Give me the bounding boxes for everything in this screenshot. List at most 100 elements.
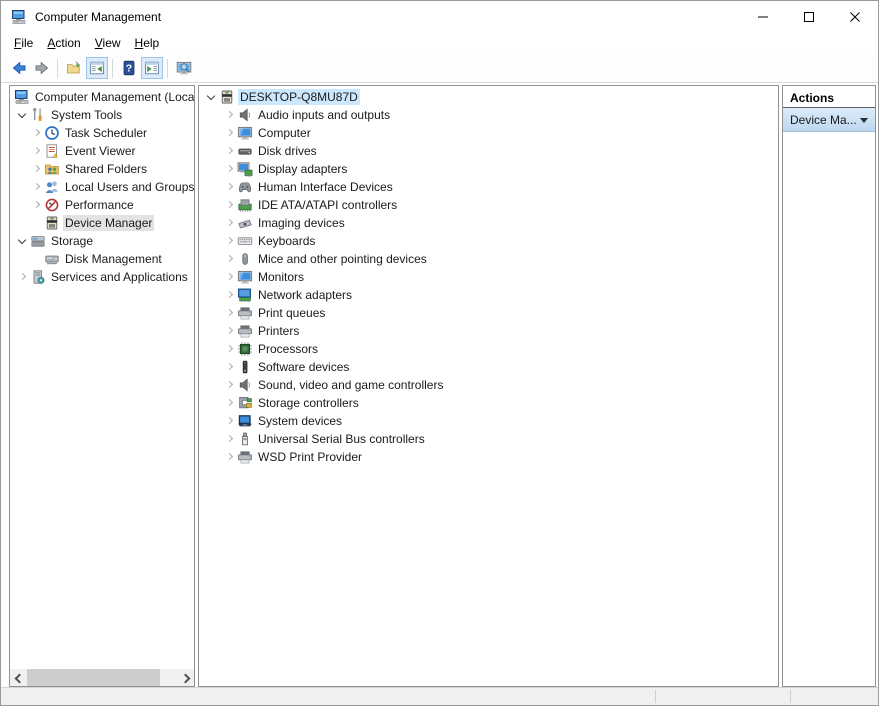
show-console-tree-button[interactable] xyxy=(86,57,108,79)
processor-icon xyxy=(237,341,253,357)
device-manager-actions-group[interactable]: Device Ma... xyxy=(783,108,875,132)
tree-item-printers[interactable]: Printers xyxy=(199,322,778,340)
monitor-icon xyxy=(237,269,253,285)
tree-item-print-queues[interactable]: Print queues xyxy=(199,304,778,322)
tree-item-display-adapters[interactable]: Display adapters xyxy=(199,160,778,178)
shared-folders-icon xyxy=(44,161,60,177)
computer-mgmt-icon xyxy=(14,89,30,105)
expander-icon[interactable] xyxy=(223,160,237,178)
tree-item-computer-management-local[interactable]: Computer Management (Local) xyxy=(10,88,194,106)
usb-icon xyxy=(237,431,253,447)
expander-icon[interactable] xyxy=(223,286,237,304)
tree-item-imaging-devices[interactable]: Imaging devices xyxy=(199,214,778,232)
show-action-pane-button[interactable] xyxy=(141,57,163,79)
tree-item-system-devices[interactable]: System devices xyxy=(199,412,778,430)
system-devices-icon xyxy=(237,413,253,429)
tree-item-performance[interactable]: Performance xyxy=(10,196,194,214)
tree-item-ide-ata-atapi-controllers[interactable]: IDE ATA/ATAPI controllers xyxy=(199,196,778,214)
close-icon xyxy=(850,12,860,22)
tree-item-mice-and-other-pointing-devices[interactable]: Mice and other pointing devices xyxy=(199,250,778,268)
tree-item-services-and-applications[interactable]: Services and Applications xyxy=(10,268,194,286)
expander-icon[interactable] xyxy=(30,160,44,178)
expander-icon[interactable] xyxy=(223,250,237,268)
expander-icon[interactable] xyxy=(223,340,237,358)
actions-header: Actions xyxy=(783,88,875,108)
expander-icon[interactable] xyxy=(16,232,30,250)
expander-icon[interactable] xyxy=(223,232,237,250)
menu-help[interactable]: Help xyxy=(134,34,161,52)
console-window-button[interactable] xyxy=(173,57,195,79)
close-button[interactable] xyxy=(832,1,878,32)
expander-icon[interactable] xyxy=(30,250,44,268)
expander-icon[interactable] xyxy=(223,448,237,466)
expander-icon[interactable] xyxy=(223,394,237,412)
printer-icon xyxy=(237,305,253,321)
tree-item-local-users-and-groups[interactable]: Local Users and Groups xyxy=(10,178,194,196)
expander-icon[interactable] xyxy=(223,214,237,232)
storage-icon xyxy=(30,233,46,249)
expander-icon[interactable] xyxy=(223,142,237,160)
expander-icon[interactable] xyxy=(16,268,30,286)
scroll-right-icon[interactable] xyxy=(178,669,194,686)
device-manager-icon xyxy=(219,89,235,105)
event-log-icon xyxy=(44,143,60,159)
scroll-left-icon[interactable] xyxy=(10,669,26,686)
expander-icon[interactable] xyxy=(223,412,237,430)
keyboard-icon xyxy=(237,233,253,249)
expander-icon[interactable] xyxy=(30,178,44,196)
expander-icon[interactable] xyxy=(223,376,237,394)
help-button[interactable] xyxy=(118,57,140,79)
tree-item-shared-folders[interactable]: Shared Folders xyxy=(10,160,194,178)
expander-icon[interactable] xyxy=(16,106,30,124)
tree-item-computer[interactable]: Computer xyxy=(199,124,778,142)
tree-item-monitors[interactable]: Monitors xyxy=(199,268,778,286)
horizontal-scrollbar[interactable] xyxy=(10,669,194,686)
status-bar xyxy=(1,687,878,705)
tree-item-storage-controllers[interactable]: Storage controllers xyxy=(199,394,778,412)
expander-icon[interactable] xyxy=(30,196,44,214)
tree-item-storage[interactable]: Storage xyxy=(10,232,194,250)
scrollbar-thumb[interactable] xyxy=(27,669,160,686)
tree-item-desktop-q8mu87d[interactable]: DESKTOP-Q8MU87D xyxy=(199,88,778,106)
expander-icon[interactable] xyxy=(205,88,219,106)
expander-icon[interactable] xyxy=(223,304,237,322)
expander-icon[interactable] xyxy=(30,142,44,160)
tree-item-disk-drives[interactable]: Disk drives xyxy=(199,142,778,160)
tree-item-human-interface-devices[interactable]: Human Interface Devices xyxy=(199,178,778,196)
tree-item-task-scheduler[interactable]: Task Scheduler xyxy=(10,124,194,142)
tree-item-processors[interactable]: Processors xyxy=(199,340,778,358)
back-button[interactable] xyxy=(8,57,30,79)
tree-item-disk-management[interactable]: Disk Management xyxy=(10,250,194,268)
expander-icon[interactable] xyxy=(223,322,237,340)
expander-icon[interactable] xyxy=(223,106,237,124)
device-manager-icon xyxy=(44,215,60,231)
export-list-button[interactable] xyxy=(63,57,85,79)
display-adapter-icon xyxy=(237,161,253,177)
expander-icon[interactable] xyxy=(223,268,237,286)
menu-action[interactable]: Action xyxy=(46,34,81,52)
expander-icon[interactable] xyxy=(223,196,237,214)
console-tree: Computer Management (Local) System Tools… xyxy=(10,86,194,286)
expander-icon[interactable] xyxy=(223,178,237,196)
tree-item-keyboards[interactable]: Keyboards xyxy=(199,232,778,250)
tree-item-system-tools[interactable]: System Tools xyxy=(10,106,194,124)
maximize-button[interactable] xyxy=(786,1,832,32)
tree-item-network-adapters[interactable]: Network adapters xyxy=(199,286,778,304)
tree-item-event-viewer[interactable]: Event Viewer xyxy=(10,142,194,160)
expander-icon[interactable] xyxy=(223,430,237,448)
menu-view[interactable]: View xyxy=(94,34,122,52)
tree-item-device-manager[interactable]: Device Manager xyxy=(10,214,194,232)
minimize-button[interactable] xyxy=(740,1,786,32)
tree-item-software-devices[interactable]: Software devices xyxy=(199,358,778,376)
expander-icon[interactable] xyxy=(223,358,237,376)
forward-button[interactable] xyxy=(31,57,53,79)
tree-item-universal-serial-bus-controllers[interactable]: Universal Serial Bus controllers xyxy=(199,430,778,448)
tree-item-wsd-print-provider[interactable]: WSD Print Provider xyxy=(199,448,778,466)
tree-item-audio-inputs-and-outputs[interactable]: Audio inputs and outputs xyxy=(199,106,778,124)
expander-icon[interactable] xyxy=(30,124,44,142)
tree-item-sound-video-and-game-controllers[interactable]: Sound, video and game controllers xyxy=(199,376,778,394)
menu-file[interactable]: File xyxy=(13,34,34,52)
expander-icon[interactable] xyxy=(30,214,44,232)
speaker-icon xyxy=(237,377,253,393)
expander-icon[interactable] xyxy=(223,124,237,142)
